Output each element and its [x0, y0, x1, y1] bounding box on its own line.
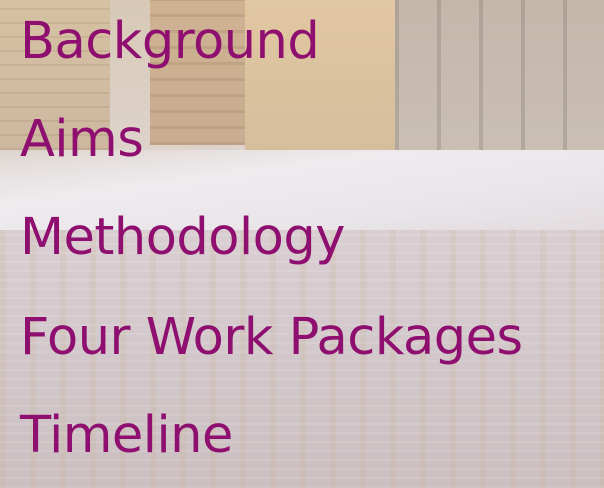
agenda-item-aims: Aims [20, 110, 144, 169]
agenda-item-methodology: Methodology [20, 208, 345, 267]
agenda-item-background: Background [20, 12, 320, 71]
agenda-item-timeline: Timeline [20, 406, 233, 465]
building [395, 0, 604, 175]
agenda-item-four-work-packages: Four Work Packages [20, 308, 523, 367]
